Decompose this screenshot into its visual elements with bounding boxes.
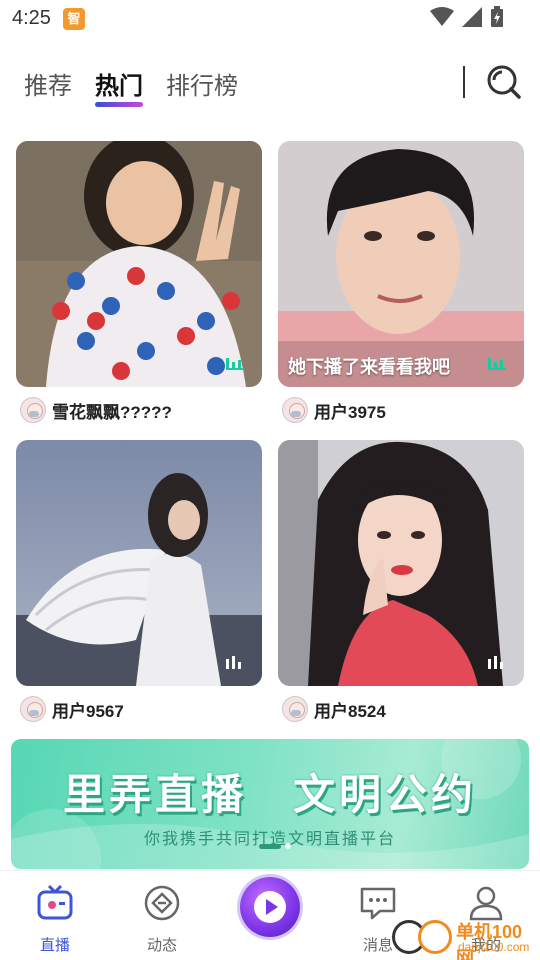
avatar [282,696,308,722]
status-bar: 4:25 智 [0,0,540,36]
tv-icon [37,884,73,920]
avatar [20,696,46,722]
play-icon [254,891,286,923]
streamer-name: 雪花飘飘????? [52,402,172,422]
live-card: 用户8524 [278,440,524,722]
avatar [282,397,308,423]
streamer-name: 用户9567 [52,701,124,721]
battery-icon [491,6,503,27]
status-icons [430,6,504,28]
app-notification-icon: 智 [63,8,85,30]
streamer-name: 用户3975 [314,402,386,422]
search-icon[interactable] [484,62,522,100]
live-bars-icon [226,656,241,669]
live-thumbnail[interactable] [16,440,262,686]
banner-pagination [259,843,291,849]
nav-moments[interactable]: 动态 [122,883,202,955]
live-card: 用户9567 [16,440,262,722]
pagination-dot-active [259,843,281,849]
avatar [20,397,46,423]
banner-title: 里弄直播 文明公约 [62,771,477,818]
active-tab-indicator [95,102,143,107]
live-thumbnail[interactable]: 她下播了来看看我吧 [278,141,524,387]
angel-wings-photo [16,440,262,686]
promo-banner[interactable]: 里弄直播 文明公约 你我携手共同打造文明直播平台 [11,739,529,869]
tab-divider [463,66,465,98]
streamer-name: 用户8524 [314,701,386,721]
watermark-url: danji100.com [458,940,530,954]
wifi-icon [430,7,454,26]
man-photo [278,141,524,387]
pagination-dot [285,843,291,849]
streamer-info[interactable]: 用户9567 [20,696,124,722]
live-bars-icon [226,358,244,370]
nav-live[interactable]: 直播 [15,883,95,955]
nav-label: 直播 [39,937,70,954]
watermark-logo-icon [418,920,452,954]
live-card: 雪花飘飘????? [16,141,262,423]
live-thumbnail[interactable] [278,440,524,686]
live-caption: 她下播了来看看我吧 [288,357,450,377]
woman-photo [278,440,524,686]
signal-icon [462,7,482,27]
live-bars-icon [488,358,506,370]
tab-ranking[interactable]: 排行榜 [166,66,238,101]
top-tabs: 推荐 热门 排行榜 [0,56,540,112]
compass-icon [144,885,180,921]
live-bars-icon [488,656,503,669]
nav-label: 动态 [146,937,177,954]
live-card: 她下播了来看看我吧 用户3975 [278,141,524,423]
child-photo [16,141,262,387]
tab-hot[interactable]: 热门 [95,66,143,101]
streamer-info[interactable]: 雪花飘飘????? [20,397,172,423]
streamer-info[interactable]: 用户8524 [282,696,386,722]
watermark: 单机100网 danji100.com [392,916,540,960]
streamer-info[interactable]: 用户3975 [282,397,386,423]
live-thumbnail[interactable] [16,141,262,387]
start-live-button[interactable] [240,877,300,937]
status-time: 4:25 [12,7,51,29]
tab-recommend[interactable]: 推荐 [24,66,72,101]
